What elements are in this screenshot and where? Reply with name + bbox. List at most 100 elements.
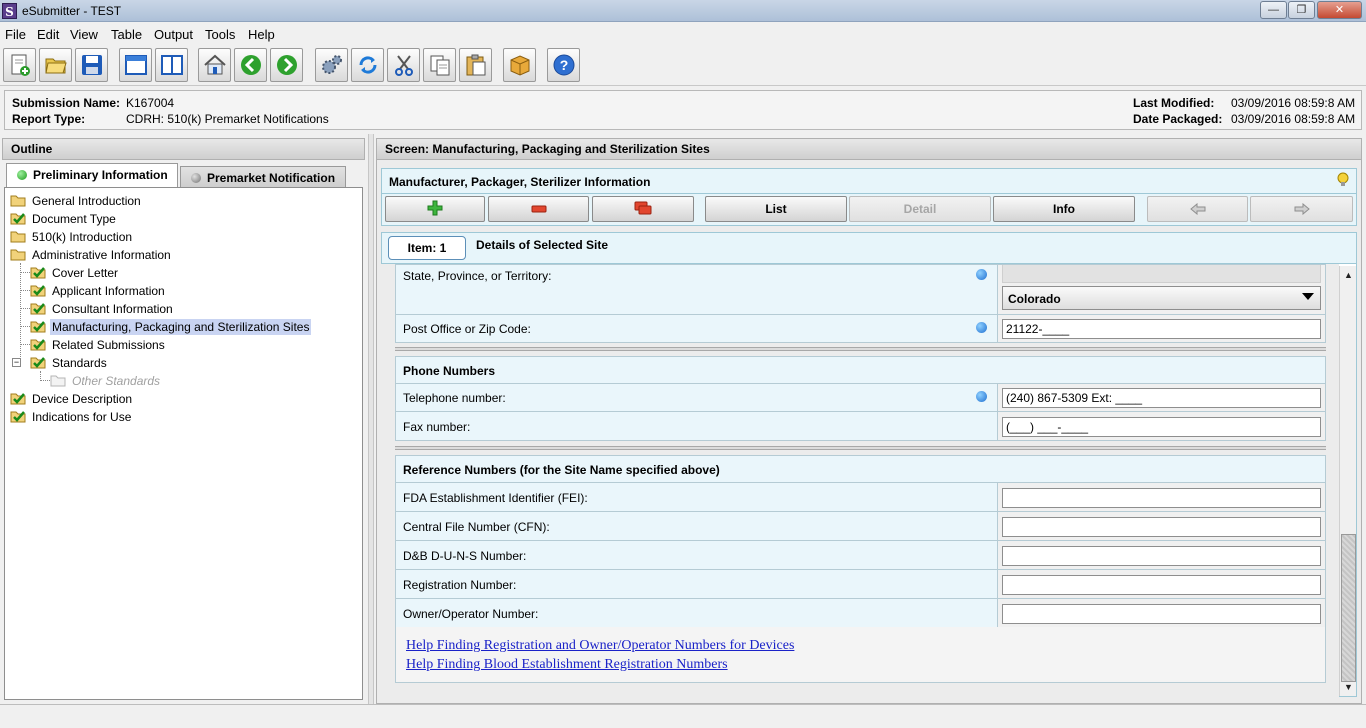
zip-input[interactable]: 21122-____ (1002, 319, 1321, 339)
fei-input[interactable] (1002, 488, 1321, 508)
item-tab[interactable]: Item: 1 (388, 236, 466, 260)
state-label: State, Province, or Territory: (403, 269, 552, 283)
copy-site-button[interactable] (592, 196, 694, 222)
cfn-row: Central File Number (CFN): (395, 511, 1326, 541)
lightbulb-hint-icon[interactable] (1336, 172, 1350, 188)
tab-preliminary-information[interactable]: Preliminary Information (6, 163, 178, 187)
minimize-button[interactable]: — (1260, 1, 1287, 19)
registration-help-link[interactable]: Help Finding Registration and Owner/Oper… (406, 638, 794, 654)
menu-view[interactable]: View (70, 27, 98, 42)
owner-operator-label: Owner/Operator Number: (403, 607, 539, 621)
last-modified-value: 03/09/2016 08:59:8 AM (1231, 96, 1356, 110)
menu-help[interactable]: Help (248, 27, 275, 42)
collapse-standards-toggle[interactable]: − (12, 358, 21, 367)
submission-info-bar: Submission Name: K167004 Report Type: CD… (4, 90, 1362, 130)
new-document-button[interactable] (3, 48, 36, 82)
split-window-button[interactable] (155, 48, 188, 82)
next-item-button[interactable] (1250, 196, 1353, 222)
tab-premarket-notification[interactable]: Premarket Notification (180, 166, 346, 188)
telephone-row: Telephone number: (240) 867-5309 Ext: __… (395, 383, 1326, 412)
blood-establishment-help-link[interactable]: Help Finding Blood Establishment Registr… (406, 657, 728, 673)
scroll-thumb[interactable] (1341, 534, 1356, 682)
tree-item-label: Standards (52, 356, 107, 370)
completed-folder-icon (10, 409, 26, 423)
section-divider (395, 347, 1326, 351)
state-select[interactable]: Colorado (1002, 286, 1321, 310)
duns-input[interactable] (1002, 546, 1321, 566)
empty-folder-icon (50, 373, 66, 387)
close-button[interactable]: ✕ (1317, 1, 1362, 19)
item-title: Details of Selected Site (476, 238, 609, 252)
panel-splitter[interactable] (368, 134, 374, 704)
folder-icon (10, 247, 26, 261)
maximize-button[interactable]: ❐ (1288, 1, 1315, 19)
home-icon (204, 54, 226, 75)
svg-text:?: ? (560, 57, 569, 73)
back-button[interactable] (234, 48, 267, 82)
previous-item-button[interactable] (1147, 196, 1248, 222)
tree-item-label: Related Submissions (52, 338, 165, 352)
duns-row: D&B D-U-N-S Number: (395, 540, 1326, 570)
paste-button[interactable] (459, 48, 492, 82)
save-button[interactable] (75, 48, 108, 82)
owner-operator-input[interactable] (1002, 604, 1321, 624)
cfn-label: Central File Number (CFN): (403, 520, 550, 534)
add-site-button[interactable] (385, 196, 485, 222)
completed-folder-icon (30, 355, 46, 369)
forward-button[interactable] (270, 48, 303, 82)
tree-item-label: 510(k) Introduction (32, 230, 133, 244)
fax-label: Fax number: (403, 420, 471, 434)
required-icon (976, 269, 987, 280)
tree-item-label: Manufacturing, Packaging and Sterilizati… (50, 319, 312, 335)
tree-item-label: Cover Letter (52, 266, 119, 280)
section-title: Manufacturer, Packager, Sterilizer Infor… (381, 168, 1357, 194)
outline-tree: − (4, 187, 363, 700)
help-icon: ? (553, 54, 575, 76)
help-links-box (395, 627, 1326, 683)
tree-item-label: General Introduction (32, 194, 141, 208)
info-button[interactable]: Info (993, 196, 1135, 222)
completed-folder-icon (30, 337, 46, 351)
window-button[interactable] (119, 48, 152, 82)
vertical-scrollbar[interactable]: ▲ ▼ (1339, 266, 1356, 696)
copy-button[interactable] (423, 48, 456, 82)
menu-file[interactable]: File (5, 27, 26, 42)
tree-item-label: Applicant Information (52, 284, 165, 298)
settings-button[interactable] (315, 48, 348, 82)
list-button[interactable]: List (705, 196, 847, 222)
menu-tools[interactable]: Tools (205, 27, 235, 42)
tree-item-label: Other Standards (72, 374, 161, 388)
menu-table[interactable]: Table (111, 27, 142, 42)
window-title: eSubmitter - TEST (22, 4, 122, 18)
menu-edit[interactable]: Edit (37, 27, 59, 42)
state-blank-option (1002, 265, 1321, 283)
fax-input[interactable]: (___) ___-____ (1002, 417, 1321, 437)
help-button[interactable]: ? (547, 48, 580, 82)
refresh-button[interactable] (351, 48, 384, 82)
tab-label: Preliminary Information (33, 168, 168, 182)
registration-input[interactable] (1002, 575, 1321, 595)
scroll-down-icon[interactable]: ▼ (1342, 680, 1355, 694)
last-modified-label: Last Modified: (1133, 96, 1215, 110)
completed-folder-icon (10, 211, 26, 225)
folder-icon (10, 193, 26, 207)
home-button[interactable] (198, 48, 231, 82)
plus-icon (427, 200, 443, 216)
detail-button[interactable]: Detail (849, 196, 991, 222)
cut-button[interactable] (387, 48, 420, 82)
package-button[interactable] (503, 48, 536, 82)
owner-operator-row: Owner/Operator Number: (395, 598, 1326, 628)
telephone-input[interactable]: (240) 867-5309 Ext: ____ (1002, 388, 1321, 408)
tree-item-label: Indications for Use (32, 410, 132, 424)
report-type-label: Report Type: (12, 112, 86, 126)
remove-site-button[interactable] (488, 196, 589, 222)
menu-output[interactable]: Output (154, 27, 193, 42)
dropdown-arrow-icon (1302, 293, 1314, 300)
cfn-input[interactable] (1002, 517, 1321, 537)
menu-bar: File Edit View Table Output Tools Help (0, 24, 1366, 44)
open-button[interactable] (39, 48, 72, 82)
tree-item-label: Consultant Information (52, 302, 173, 316)
phone-section-title: Phone Numbers (395, 356, 1326, 384)
registration-row: Registration Number: (395, 569, 1326, 599)
scroll-up-icon[interactable]: ▲ (1342, 268, 1355, 282)
